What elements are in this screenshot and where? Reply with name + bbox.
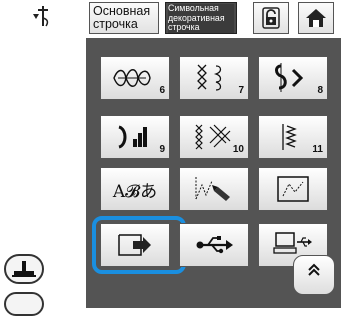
stitch-category-7-button[interactable]: 7: [179, 56, 249, 100]
stitch-category-11-button[interactable]: 11: [258, 115, 328, 159]
header-bar: Основная строчка Символьная декоративная…: [86, 0, 341, 38]
decorative-stitch-6-icon: [113, 69, 151, 87]
stitch-category-6-button[interactable]: 6: [100, 56, 170, 100]
stitch-category-number: 8: [317, 85, 323, 96]
stitch-category-8-button[interactable]: 8: [258, 56, 328, 100]
decorative-stitch-10-icon: [195, 124, 231, 150]
stitch-category-9-button[interactable]: 9: [100, 115, 170, 159]
basic-stitch-label: Основная строчка: [93, 4, 151, 31]
decorative-stitch-8-icon: [275, 63, 304, 92]
decorative-stitch-7-icon: [197, 64, 222, 91]
stitch-category-10-button[interactable]: 10: [179, 115, 249, 159]
presser-foot-icon: [12, 261, 36, 277]
my-custom-stitch-button[interactable]: [179, 167, 249, 211]
machine-memory-retrieve-icon: [118, 234, 151, 256]
character-decorative-stitch-button[interactable]: Символьная декоративная строчка: [165, 2, 237, 34]
custom-stitch-pencil-icon: [195, 177, 230, 201]
stitch-category-number: 11: [312, 144, 323, 155]
char-stitch-label-3: строчка: [168, 22, 234, 33]
left-strip: [0, 0, 86, 316]
font-character-button[interactable]: A𝓑あ: [100, 167, 170, 211]
home-icon: [306, 9, 326, 27]
chevron-up-icon: [308, 263, 320, 276]
font-sample-text: A𝓑あ: [112, 181, 158, 202]
lock-icon: [262, 7, 280, 29]
decorative-stitch-11-icon: [282, 124, 297, 150]
stitch-category-number: 9: [159, 144, 165, 155]
stitch-category-number: 10: [232, 144, 244, 155]
lower-left-button[interactable]: [4, 292, 44, 316]
usb-icon: [196, 236, 233, 254]
lock-button[interactable]: [253, 2, 289, 34]
stitch-edit-button[interactable]: [258, 167, 328, 211]
needle-position-icon: [33, 6, 49, 27]
home-button[interactable]: [298, 2, 334, 34]
scroll-up-button[interactable]: [293, 255, 335, 295]
presser-foot-button[interactable]: [4, 254, 44, 284]
basic-stitch-button[interactable]: Основная строчка: [89, 2, 159, 34]
stitch-category-number: 7: [238, 85, 244, 96]
machine-memory-button[interactable]: [100, 223, 170, 267]
stitch-category-number: 6: [159, 85, 165, 96]
usb-media-button[interactable]: [179, 223, 249, 267]
decorative-stitch-9-icon: [118, 125, 147, 149]
stitch-grid-edit-icon: [277, 176, 309, 202]
